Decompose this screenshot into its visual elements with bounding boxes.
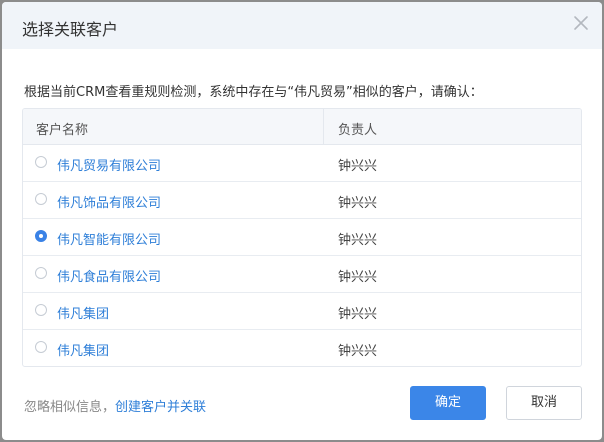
table-row[interactable]: 伟凡集团 钟兴兴 bbox=[23, 293, 581, 330]
create-customer-link[interactable]: 创建客户并关联 bbox=[115, 400, 206, 415]
select-radio[interactable] bbox=[35, 304, 47, 316]
select-radio[interactable] bbox=[35, 267, 47, 279]
table-row[interactable]: 伟凡贸易有限公司 钟兴兴 bbox=[23, 145, 581, 182]
owner-name: 钟兴兴 bbox=[338, 196, 378, 211]
confirm-button[interactable]: 确定 bbox=[410, 386, 486, 420]
customer-name-link[interactable]: 伟凡贸易有限公司 bbox=[57, 155, 161, 174]
select-radio[interactable] bbox=[35, 341, 47, 353]
column-header-owner: 负责人 bbox=[338, 123, 378, 138]
customer-table: 客户名称 负责人 伟凡贸易有限公司 钟兴兴 伟凡饰品有限公司 钟兴兴 伟凡智能有限公司钟… bbox=[22, 108, 582, 367]
customer-name-link[interactable]: 伟凡食品有限公司 bbox=[57, 266, 161, 285]
select-customer-dialog: 选择关联客户 根据当前CRM查看重规则检测，系统中存在与“伟凡贸易”相似的客户，… bbox=[2, 2, 602, 440]
select-radio[interactable] bbox=[35, 156, 47, 168]
owner-name: 钟兴兴 bbox=[338, 344, 378, 359]
table-row[interactable]: 伟凡食品有限公司 钟兴兴 bbox=[23, 256, 581, 293]
owner-name: 钟兴兴 bbox=[338, 270, 378, 285]
table-row[interactable]: 伟凡智能有限公司 钟兴兴 bbox=[23, 219, 581, 256]
dialog-title: 选择关联客户 bbox=[22, 20, 119, 39]
table-header: 客户名称 负责人 bbox=[23, 109, 581, 145]
column-header-customer-name: 客户名称 bbox=[36, 123, 89, 138]
ignore-text: 忽略相似信息， bbox=[24, 400, 116, 415]
footer-hint: 忽略相似信息，创建客户并关联 bbox=[24, 396, 206, 415]
customer-name-link[interactable]: 伟凡集团 bbox=[57, 303, 109, 322]
column-divider bbox=[323, 109, 324, 144]
owner-name: 钟兴兴 bbox=[338, 233, 378, 248]
select-radio[interactable] bbox=[35, 230, 47, 242]
table-row[interactable]: 伟凡饰品有限公司 钟兴兴 bbox=[23, 182, 581, 219]
owner-name: 钟兴兴 bbox=[338, 307, 378, 322]
select-radio[interactable] bbox=[35, 193, 47, 205]
customer-name-link[interactable]: 伟凡智能有限公司 bbox=[57, 229, 161, 248]
close-icon[interactable] bbox=[572, 14, 590, 32]
customer-name-link[interactable]: 伟凡集团 bbox=[57, 340, 109, 359]
table-row[interactable]: 伟凡集团 钟兴兴 bbox=[23, 330, 581, 366]
dialog-header: 选择关联客户 bbox=[2, 2, 602, 49]
cancel-button[interactable]: 取消 bbox=[506, 386, 582, 420]
dialog-prompt: 根据当前CRM查看重规则检测，系统中存在与“伟凡贸易”相似的客户，请确认： bbox=[24, 85, 483, 100]
owner-name: 钟兴兴 bbox=[338, 159, 378, 174]
customer-name-link[interactable]: 伟凡饰品有限公司 bbox=[57, 192, 161, 211]
table-body: 伟凡贸易有限公司 钟兴兴 伟凡饰品有限公司 钟兴兴 伟凡智能有限公司 钟兴兴 伟凡食品有限公… bbox=[23, 145, 581, 366]
